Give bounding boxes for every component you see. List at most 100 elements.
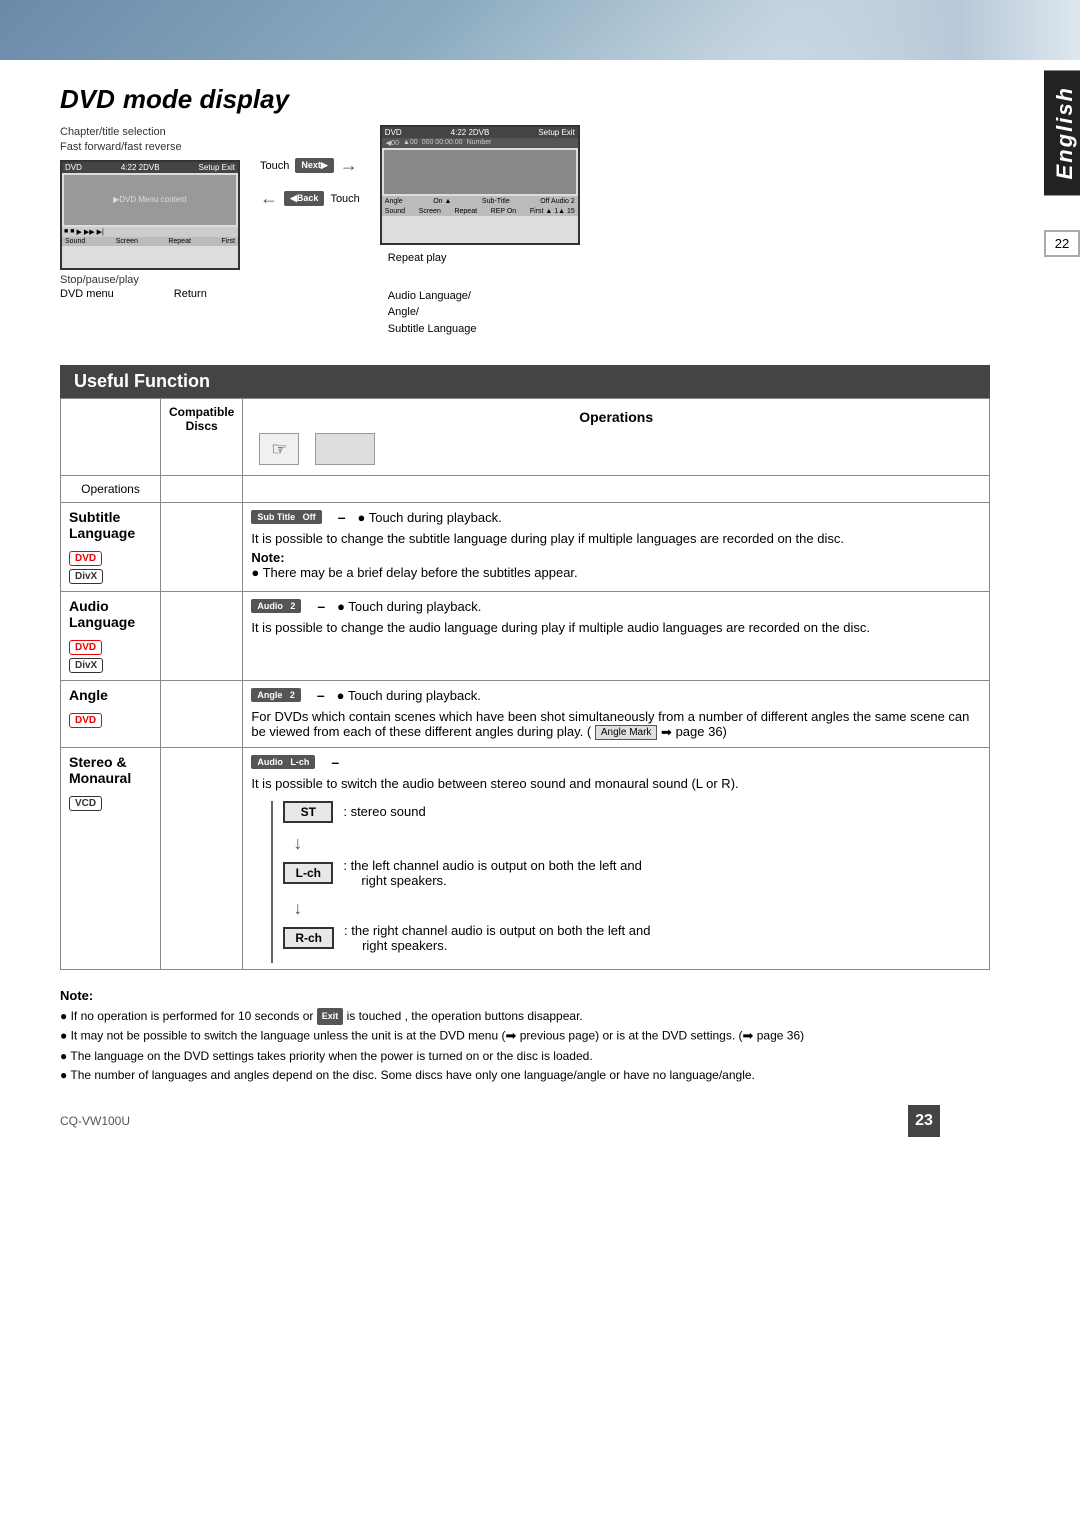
angle-discs: DVD: [69, 711, 152, 729]
stereo-down-arrow-2: ↓: [293, 898, 650, 919]
dvd-diagram: Chapter/title selection Fast forward/fas…: [60, 125, 990, 337]
touch-back-label: Touch: [330, 193, 359, 205]
useful-function-table: Compatible Discs Operations ☞ Operations: [60, 398, 990, 970]
stereo-controls: Audio L-ch –: [251, 754, 981, 770]
ops-label-row: Operations: [61, 476, 990, 503]
back-button[interactable]: ◀Back: [284, 191, 324, 206]
main-content: DVD mode display Chapter/title selection…: [0, 60, 1040, 1161]
subtitle-button[interactable]: Sub Title Off: [251, 510, 321, 524]
subtitle-note-area: Note: ● There may be a brief delay befor…: [251, 550, 981, 580]
rch-button: R-ch: [283, 927, 334, 949]
operations-header: Operations: [251, 405, 981, 429]
touch-next-area: Touch Next▶ →: [260, 155, 360, 176]
audio-description: It is possible to change the audio langu…: [251, 620, 981, 635]
audio-controls: Audio 2 – ● Touch during playback.: [251, 598, 981, 614]
touch-next-label: Touch: [260, 160, 289, 172]
table-row: Stereo & Monaural VCD Audio L-ch – It is…: [61, 747, 990, 969]
compatible-col-header: Compatible Discs: [161, 399, 243, 476]
operations-label: Operations: [61, 476, 161, 503]
lch-button: L-ch: [283, 862, 333, 884]
useful-function-section: Useful Function Compatible Discs Operati…: [60, 365, 990, 1137]
arrow-left-icon: ←: [260, 188, 278, 209]
dvd-right-labels: Repeat play Audio Language/Angle/Subtitl…: [388, 249, 580, 337]
stereo-diagram-container: ST : stereo sound ↓ L-ch : the left chan…: [251, 801, 981, 963]
audio-divx-badge: DivX: [69, 658, 103, 673]
rch-description: : the right channel audio is output on b…: [344, 923, 650, 953]
subtitle-controls: Sub Title Off – ● Touch during playback.: [251, 509, 981, 525]
bottom-note-item-2: ● It may not be possible to switch the l…: [60, 1026, 990, 1047]
touch-screen-icon: [315, 433, 375, 465]
exit-button[interactable]: Exit: [317, 1008, 344, 1024]
arrow-right-icon: →: [340, 155, 358, 176]
lch-description: : the left channel audio is output on bo…: [343, 858, 642, 888]
stereo-down-arrow-1: ↓: [293, 833, 650, 854]
angle-description: For DVDs which contain scenes which have…: [251, 709, 981, 741]
table-row: Angle DVD Angle 2 – ● Touch during playb…: [61, 681, 990, 748]
top-banner: [0, 0, 1080, 60]
subtitle-language-label: Subtitle Language: [69, 509, 135, 541]
angle-label: Angle: [69, 687, 108, 703]
subtitle-discs: DVD DivX: [69, 549, 152, 585]
table-row: Subtitle Language DVD DivX Sub Title Off…: [61, 503, 990, 592]
touch-back-area: Touch ◀Back ←: [260, 188, 360, 209]
dvd-bottom-labels: Stop/pause/play: [60, 274, 240, 286]
page-footer: CQ-VW100U 23: [60, 1105, 990, 1137]
dvd-left-labels: Chapter/title selection Fast forward/fas…: [60, 125, 240, 156]
return-label: Return: [174, 288, 207, 300]
table-row: Audio Language DVD DivX Audio 2 – ● Touc…: [61, 592, 990, 681]
st-button: ST: [283, 801, 333, 823]
audio-language-section-label: Audio Language: [69, 598, 135, 630]
audio-button[interactable]: Audio 2: [251, 599, 301, 613]
subtitle-note-item: ● There may be a brief delay before the …: [251, 565, 577, 580]
stereo-rch-row: R-ch : the right channel audio is output…: [283, 923, 650, 953]
subtitle-description: It is possible to change the subtitle la…: [251, 531, 981, 546]
model-number: CQ-VW100U: [60, 1114, 130, 1128]
bottom-note-section: Note: ● If no operation is performed for…: [60, 986, 990, 1085]
dvd-badge: DVD: [69, 551, 102, 566]
audio-discs: DVD DivX: [69, 638, 152, 674]
next-button[interactable]: Next▶: [295, 158, 333, 173]
dvd-middle-area: Touch Next▶ → Touch ◀Back ←: [260, 125, 360, 209]
bottom-note-item-1: ● If no operation is performed for 10 se…: [60, 1007, 990, 1026]
audio-touch-note: ● Touch during playback.: [337, 599, 481, 614]
subtitle-note-label: Note:: [251, 550, 284, 565]
angle-dvd-badge: DVD: [69, 713, 102, 728]
bottom-note-item-4: ● The number of languages and angles dep…: [60, 1066, 990, 1085]
angle-button[interactable]: Angle 2: [251, 688, 301, 702]
audio-language-label: Audio Language/Angle/Subtitle Language: [388, 288, 580, 338]
stereo-label: Stereo & Monaural: [69, 754, 131, 786]
stereo-diagram: ST : stereo sound ↓ L-ch : the left chan…: [271, 801, 650, 963]
bottom-note-item-3: ● The language on the DVD settings takes…: [60, 1047, 990, 1066]
angle-arrow: ➡: [661, 725, 672, 740]
subtitle-touch-note: ● Touch during playback.: [357, 510, 501, 525]
ops-icons-row: ☞: [251, 429, 981, 469]
dvd-subtitle: mode display: [123, 84, 289, 115]
stereo-st-row: ST : stereo sound: [283, 801, 650, 823]
dvd-menu-label: DVD menu: [60, 288, 114, 300]
divx-badge: DivX: [69, 569, 103, 584]
subtitle-dash: –: [338, 509, 346, 525]
bottom-note-title: Note:: [60, 986, 990, 1007]
vcd-badge: VCD: [69, 796, 102, 811]
stereo-description: It is possible to switch the audio betwe…: [251, 776, 981, 791]
table-header-row: Compatible Discs Operations ☞: [61, 399, 990, 476]
dvd-right-area: DVD4:22 2DVBSetup Exit ◀00▲00000 00:00:0…: [380, 125, 580, 337]
useful-function-title: Useful Function: [60, 365, 990, 398]
stereo-dash: –: [331, 754, 339, 770]
stereo-lch-row: L-ch : the left channel audio is output …: [283, 858, 650, 888]
dvd-screen-left: DVD4:22 2DVBSetup Exit ▶DVD Menu content…: [60, 160, 240, 270]
stereo-button[interactable]: Audio L-ch: [251, 755, 315, 769]
angle-touch-note: ● Touch during playback.: [337, 688, 481, 703]
stereo-discs: VCD: [69, 794, 152, 812]
audio-dash: –: [317, 598, 325, 614]
operations-col-header: [61, 399, 161, 476]
repeat-play-label: Repeat play: [388, 249, 580, 268]
banner-overlay: [780, 0, 1080, 60]
ops-col-header: Operations ☞: [243, 399, 990, 476]
angle-dash: –: [317, 687, 325, 703]
touch-finger-icon: ☞: [259, 433, 299, 465]
angle-controls: Angle 2 – ● Touch during playback.: [251, 687, 981, 703]
footer-page-number: 23: [908, 1105, 940, 1137]
dvd-screen-right: DVD4:22 2DVBSetup Exit ◀00▲00000 00:00:0…: [380, 125, 580, 245]
page-number-box: 22: [1044, 230, 1080, 257]
